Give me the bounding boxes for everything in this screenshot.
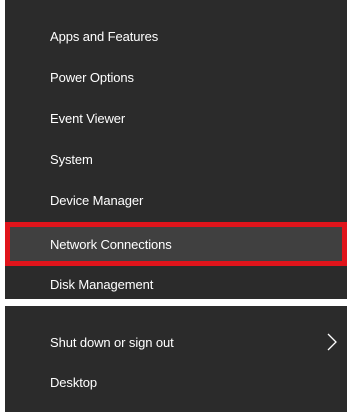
menu-item-label: Apps and Features [50, 28, 159, 44]
menu-item-disk-management[interactable]: Disk Management [5, 264, 347, 304]
menu-item-apps-and-features[interactable]: Apps and Features [5, 16, 347, 56]
menu-item-label: Shut down or sign out [50, 334, 174, 350]
menu-item-shut-down-or-sign-out[interactable]: Shut down or sign out [5, 322, 347, 362]
menu-item-desktop[interactable]: Desktop [5, 362, 347, 402]
menu-item-system[interactable]: System [5, 139, 347, 179]
quick-link-menu-bottom-section: Shut down or sign out Desktop [5, 306, 347, 412]
menu-item-label: Desktop [50, 374, 97, 390]
menu-item-label: Event Viewer [50, 110, 126, 126]
menu-item-network-connections[interactable]: Network Connections [5, 224, 347, 264]
quick-link-menu-top-section: Apps and Features Power Options Event Vi… [5, 0, 347, 299]
menu-item-power-options[interactable]: Power Options [5, 57, 347, 97]
menu-item-label: Disk Management [50, 276, 154, 292]
chevron-right-icon [327, 333, 337, 351]
menu-item-label: Power Options [50, 69, 134, 85]
menu-item-event-viewer[interactable]: Event Viewer [5, 98, 347, 138]
menu-item-label: Network Connections [50, 236, 172, 252]
menu-item-label: Device Manager [50, 192, 144, 208]
menu-item-label: System [50, 151, 93, 167]
menu-item-device-manager[interactable]: Device Manager [5, 180, 347, 220]
